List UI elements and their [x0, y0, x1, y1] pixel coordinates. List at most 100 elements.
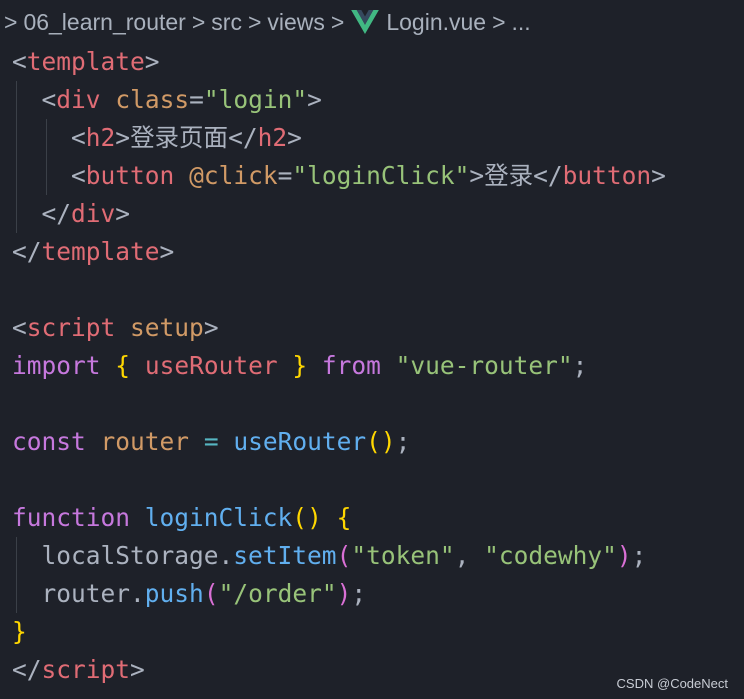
code-token: button — [562, 161, 652, 190]
code-token: import — [12, 351, 101, 380]
indent-guide — [46, 119, 47, 157]
code-token: > — [159, 237, 175, 266]
code-token: "codewhy" — [484, 541, 617, 570]
code-token: ( — [336, 541, 352, 570]
code-line: <button @click="loginClick">登录</button> — [12, 157, 744, 195]
code-editor[interactable]: <template> <div class="login"> <h2>登录页面<… — [12, 43, 744, 689]
code-token: ) — [616, 541, 632, 570]
chevron-right-icon: > — [191, 8, 206, 35]
code-token: > — [144, 47, 160, 76]
code-token: 登录页面 — [130, 123, 229, 152]
breadcrumb-folder-src[interactable]: src — [211, 9, 242, 36]
code-token: script — [26, 313, 116, 342]
code-token: script — [41, 655, 131, 684]
code-token: "token" — [351, 541, 455, 570]
code-token: < — [41, 85, 57, 114]
code-token: < — [12, 313, 27, 342]
code-token: h2 — [257, 123, 288, 152]
code-token: loginClick — [144, 503, 293, 532]
code-line: </template> — [12, 233, 744, 271]
code-token: div — [56, 85, 101, 114]
indent-guide — [16, 157, 17, 195]
code-token: </ — [228, 123, 258, 152]
indent-guide — [16, 537, 17, 575]
code-token: > — [307, 85, 322, 114]
code-line: function loginClick() { — [12, 499, 744, 537]
code-token: from — [321, 351, 381, 380]
code-token: "login" — [203, 85, 308, 114]
code-token: = — [277, 161, 293, 190]
code-token: </ — [41, 199, 72, 228]
code-line: <div class="login"> — [12, 81, 744, 119]
watermark: CSDN @CodeNect — [616, 676, 728, 691]
code-token: } — [12, 617, 27, 646]
code-token: ) — [307, 503, 322, 532]
code-token: router — [41, 579, 131, 608]
code-token: { — [115, 351, 131, 380]
code-line: <script setup> — [12, 309, 744, 347]
code-token: </ — [533, 161, 563, 190]
code-token: } — [292, 351, 308, 380]
code-token: setItem — [233, 541, 337, 570]
code-token: useRouter — [144, 351, 278, 380]
code-token: > — [469, 161, 485, 190]
code-token: ) — [336, 579, 352, 608]
code-token: button — [85, 161, 175, 190]
breadcrumb-project[interactable]: 06_learn_router — [23, 9, 185, 36]
indent-guide — [16, 575, 17, 613]
code-token: > — [287, 123, 302, 152]
code-token: localStorage — [41, 541, 219, 570]
code-token: ; — [631, 541, 647, 570]
code-token: function — [12, 503, 131, 532]
breadcrumb: > 06_learn_router > src > views > Login.… — [0, 0, 744, 44]
code-token: router — [100, 427, 190, 456]
code-token: "loginClick" — [292, 161, 470, 190]
code-line: <template> — [12, 43, 744, 81]
breadcrumb-more[interactable]: ... — [512, 9, 531, 36]
code-line: </div> — [12, 195, 744, 233]
indent-guide — [16, 119, 17, 157]
code-token: ( — [292, 503, 308, 532]
code-token: template — [41, 237, 160, 266]
code-token: ; — [395, 427, 411, 456]
code-token: useRouter — [233, 427, 367, 456]
code-token: > — [651, 161, 666, 190]
code-token: div — [71, 199, 116, 228]
code-token: < — [71, 161, 86, 190]
indent-guide — [16, 81, 17, 119]
code-token: ( — [366, 427, 381, 456]
breadcrumb-file[interactable]: Login.vue — [386, 9, 486, 36]
code-token: h2 — [85, 123, 116, 152]
code-token: > — [130, 655, 145, 684]
code-token: > — [203, 313, 219, 342]
code-line: import { useRouter } from "vue-router"; — [12, 347, 744, 385]
chevron-right-icon: > — [492, 8, 506, 35]
code-token: { — [336, 503, 352, 532]
code-token: "vue-router" — [395, 351, 573, 380]
code-token: . — [218, 541, 234, 570]
chevron-right-icon: > — [330, 8, 345, 35]
code-line: const router = useRouter(); — [12, 423, 744, 461]
code-token: , — [454, 541, 470, 570]
chevron-right-icon: > — [247, 8, 262, 35]
code-token: ) — [380, 427, 396, 456]
code-token: < — [71, 123, 86, 152]
code-token: = — [203, 427, 219, 456]
code-token: template — [26, 47, 145, 76]
code-token: class — [115, 85, 190, 114]
code-line: } — [12, 613, 744, 651]
code-token: ; — [572, 351, 588, 380]
breadcrumb-folder-views[interactable]: views — [267, 9, 325, 36]
code-token: </ — [12, 237, 42, 266]
code-line: router.push("/order"); — [12, 575, 744, 613]
code-line: <h2>登录页面</h2> — [12, 119, 744, 157]
code-token: > — [115, 199, 131, 228]
indent-guide — [16, 195, 17, 233]
code-line: localStorage.setItem("token", "codewhy")… — [12, 537, 744, 575]
code-token: push — [144, 579, 204, 608]
code-token: const — [12, 427, 86, 456]
chevron-right-icon: > — [4, 8, 18, 35]
code-token: ; — [351, 579, 367, 608]
